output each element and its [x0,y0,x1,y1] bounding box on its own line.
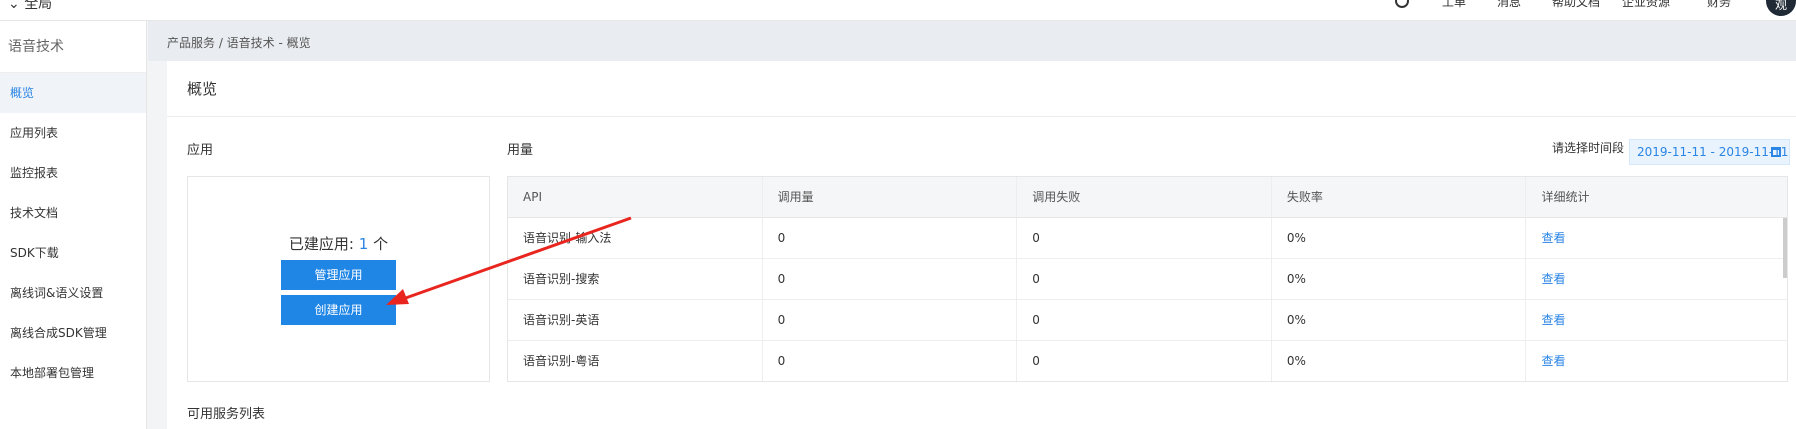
table-row: 语音识别-输入法 0 0 0% 查看 [508,218,1787,259]
view-details-link[interactable]: 查看 [1541,272,1565,286]
header-fail-rate: 失败率 [1272,177,1527,217]
usage-table: API 调用量 调用失败 失败率 详细统计 语音识别-输入法 0 0 0% 查看… [507,176,1788,382]
sidebar-item-offline-words[interactable]: 离线词&语义设置 [0,273,146,313]
table-row: 语音识别-搜索 0 0 0% 查看 [508,259,1787,300]
sidebar-item-monitor-report[interactable]: 监控报表 [0,153,146,193]
date-range-value: 2019-11-11 - 2019-11-11 [1637,145,1789,159]
view-details-link[interactable]: 查看 [1541,313,1565,327]
nav-enterprise[interactable]: 企业资源 [1622,0,1670,10]
app-section-title: 应用 [187,143,214,158]
top-bar: ⌄ 全局 工单 消息 帮助文档 企业资源 财务 观 [0,0,1796,21]
sidebar-item-sdk-download[interactable]: SDK下载 [0,233,146,273]
sidebar-item-offline-tts-sdk[interactable]: 离线合成SDK管理 [0,313,146,353]
table-row: 语音识别-粤语 0 0 0% 查看 [508,341,1787,381]
sidebar-item-overview[interactable]: 概览 [0,73,146,113]
sidebar-item-tech-docs[interactable]: 技术文档 [0,193,146,233]
sidebar-item-app-list[interactable]: 应用列表 [0,113,146,153]
page-title: 概览 [167,61,1796,117]
avatar[interactable]: 观 [1766,0,1796,16]
table-row: 语音识别-英语 0 0 0% 查看 [508,300,1787,341]
app-count-number: 1 [358,235,369,253]
view-details-link[interactable]: 查看 [1541,231,1565,245]
sidebar: 语音技术 概览 应用列表 监控报表 技术文档 SDK下载 离线词&语义设置 离线… [0,21,147,429]
sidebar-item-local-deploy[interactable]: 本地部署包管理 [0,353,146,393]
breadcrumb: 产品服务 / 语音技术 - 概览 [167,36,311,50]
nav-finance[interactable]: 财务 [1707,0,1731,10]
header-api: API [508,177,763,217]
view-details-link[interactable]: 查看 [1541,354,1565,368]
breadcrumb-bar: 产品服务 / 语音技术 - 概览 [148,21,1796,61]
header-failed: 调用失败 [1017,177,1272,217]
date-range-picker[interactable]: 2019-11-11 - 2019-11-11 [1629,139,1790,165]
create-app-button[interactable]: 创建应用 [281,295,396,325]
search-icon[interactable] [1395,0,1409,8]
nav-messages[interactable]: 消息 [1497,0,1521,10]
nav-help-docs[interactable]: 帮助文档 [1552,0,1600,10]
usage-section-title: 用量 [507,143,534,158]
app-summary-box: 已建应用: 1 个 管理应用 创建应用 [187,176,490,382]
table-scrollbar[interactable] [1783,218,1787,278]
header-calls: 调用量 [763,177,1018,217]
service-list-title: 可用服务列表 [187,407,266,422]
global-menu[interactable]: ⌄ 全局 [8,0,52,13]
sidebar-title: 语音技术 [0,21,146,73]
header-details: 详细统计 [1541,190,1590,204]
calendar-icon [1771,147,1781,157]
table-header: API 调用量 调用失败 失败率 详细统计 [508,177,1787,218]
nav-ticket[interactable]: 工单 [1442,0,1466,10]
app-count: 已建应用: 1 个 [288,235,389,253]
manage-app-button[interactable]: 管理应用 [281,260,396,290]
date-range-label: 请选择时间段 [1552,141,1625,155]
